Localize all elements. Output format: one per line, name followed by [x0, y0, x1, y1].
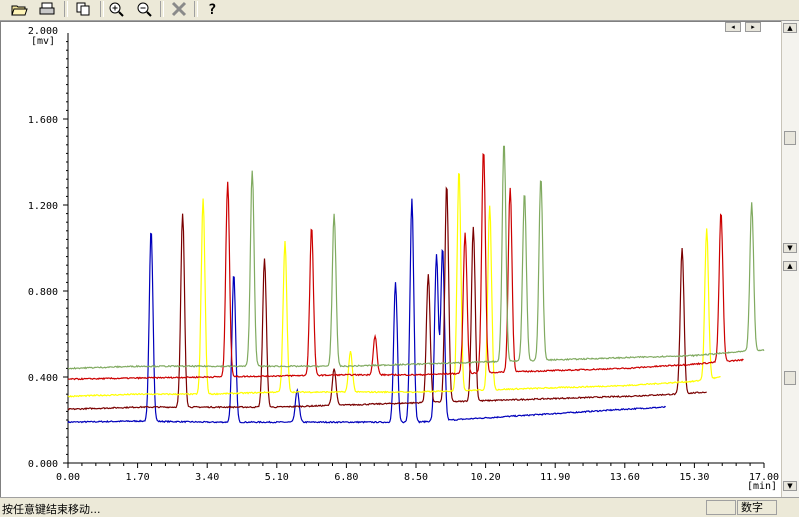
x-tick-label: 10.20 — [471, 472, 501, 483]
toolbar: ? — [0, 0, 799, 21]
x-tick-label: 11.90 — [540, 472, 570, 483]
y-tick-label: 1.600 — [28, 115, 58, 126]
status-message: 按任意键结束移动... — [2, 503, 101, 516]
x-tick-label: 0.00 — [56, 472, 80, 483]
y-tick-label: 1.200 — [28, 201, 58, 212]
zoom-out-icon[interactable] — [134, 0, 156, 18]
x-unit-label: [min] — [747, 481, 777, 492]
scroll-down-button-2[interactable]: ▼ — [783, 481, 797, 491]
series-line-1 — [67, 198, 666, 424]
x-tick-label: 8.50 — [404, 472, 428, 483]
status-mode: 数字 — [737, 500, 777, 515]
scroll-up-button[interactable]: ▲ — [783, 23, 797, 33]
y-tick-label: 0.800 — [28, 287, 58, 298]
close-icon[interactable] — [168, 0, 190, 18]
x-tick-label: 1.70 — [126, 472, 150, 483]
chromatogram-plot[interactable]: 0.00 1.70 3.40 5.10 6.80 8.50 10.20 11.90 13.60 1… — [0, 21, 799, 497]
status-bar: 按任意键结束移动... 数字 — [0, 497, 799, 517]
series-line-4 — [67, 152, 744, 381]
scroll-thumb-2[interactable] — [784, 371, 796, 385]
series-line-5 — [67, 145, 765, 370]
open-folder-icon[interactable] — [8, 0, 30, 18]
x-tick-label: 6.80 — [334, 472, 358, 483]
y-unit-label: [mv] — [31, 36, 55, 47]
scroll-thumb[interactable] — [784, 131, 796, 145]
status-panel-empty — [706, 500, 736, 515]
x-tick-label: 5.10 — [265, 472, 289, 483]
scroll-down-button[interactable]: ▼ — [783, 243, 797, 253]
scroll-up-button-2[interactable]: ▲ — [783, 261, 797, 271]
x-tick-label: 13.60 — [610, 472, 640, 483]
svg-text:?: ? — [208, 2, 216, 17]
print-icon[interactable] — [36, 0, 58, 18]
series-line-2 — [67, 186, 707, 411]
scroll-right-button[interactable]: ▸ — [745, 22, 761, 32]
help-icon[interactable]: ? — [200, 0, 222, 18]
series-line-3 — [67, 173, 721, 398]
x-tick-label: 15.30 — [679, 472, 709, 483]
copy-icon[interactable] — [72, 0, 94, 18]
y-tick-label: 0.000 — [28, 459, 58, 470]
x-tick-label: 3.40 — [195, 472, 219, 483]
y-tick-label: 0.400 — [28, 373, 58, 384]
zoom-in-icon[interactable] — [106, 0, 128, 18]
vertical-scrollbar[interactable]: ▲ ▼ ▲ ▼ — [781, 21, 799, 497]
scroll-left-button[interactable]: ◂ — [725, 22, 741, 32]
chart-svg: 0.00 1.70 3.40 5.10 6.80 8.50 10.20 11.90 13.60 1… — [28, 26, 779, 492]
